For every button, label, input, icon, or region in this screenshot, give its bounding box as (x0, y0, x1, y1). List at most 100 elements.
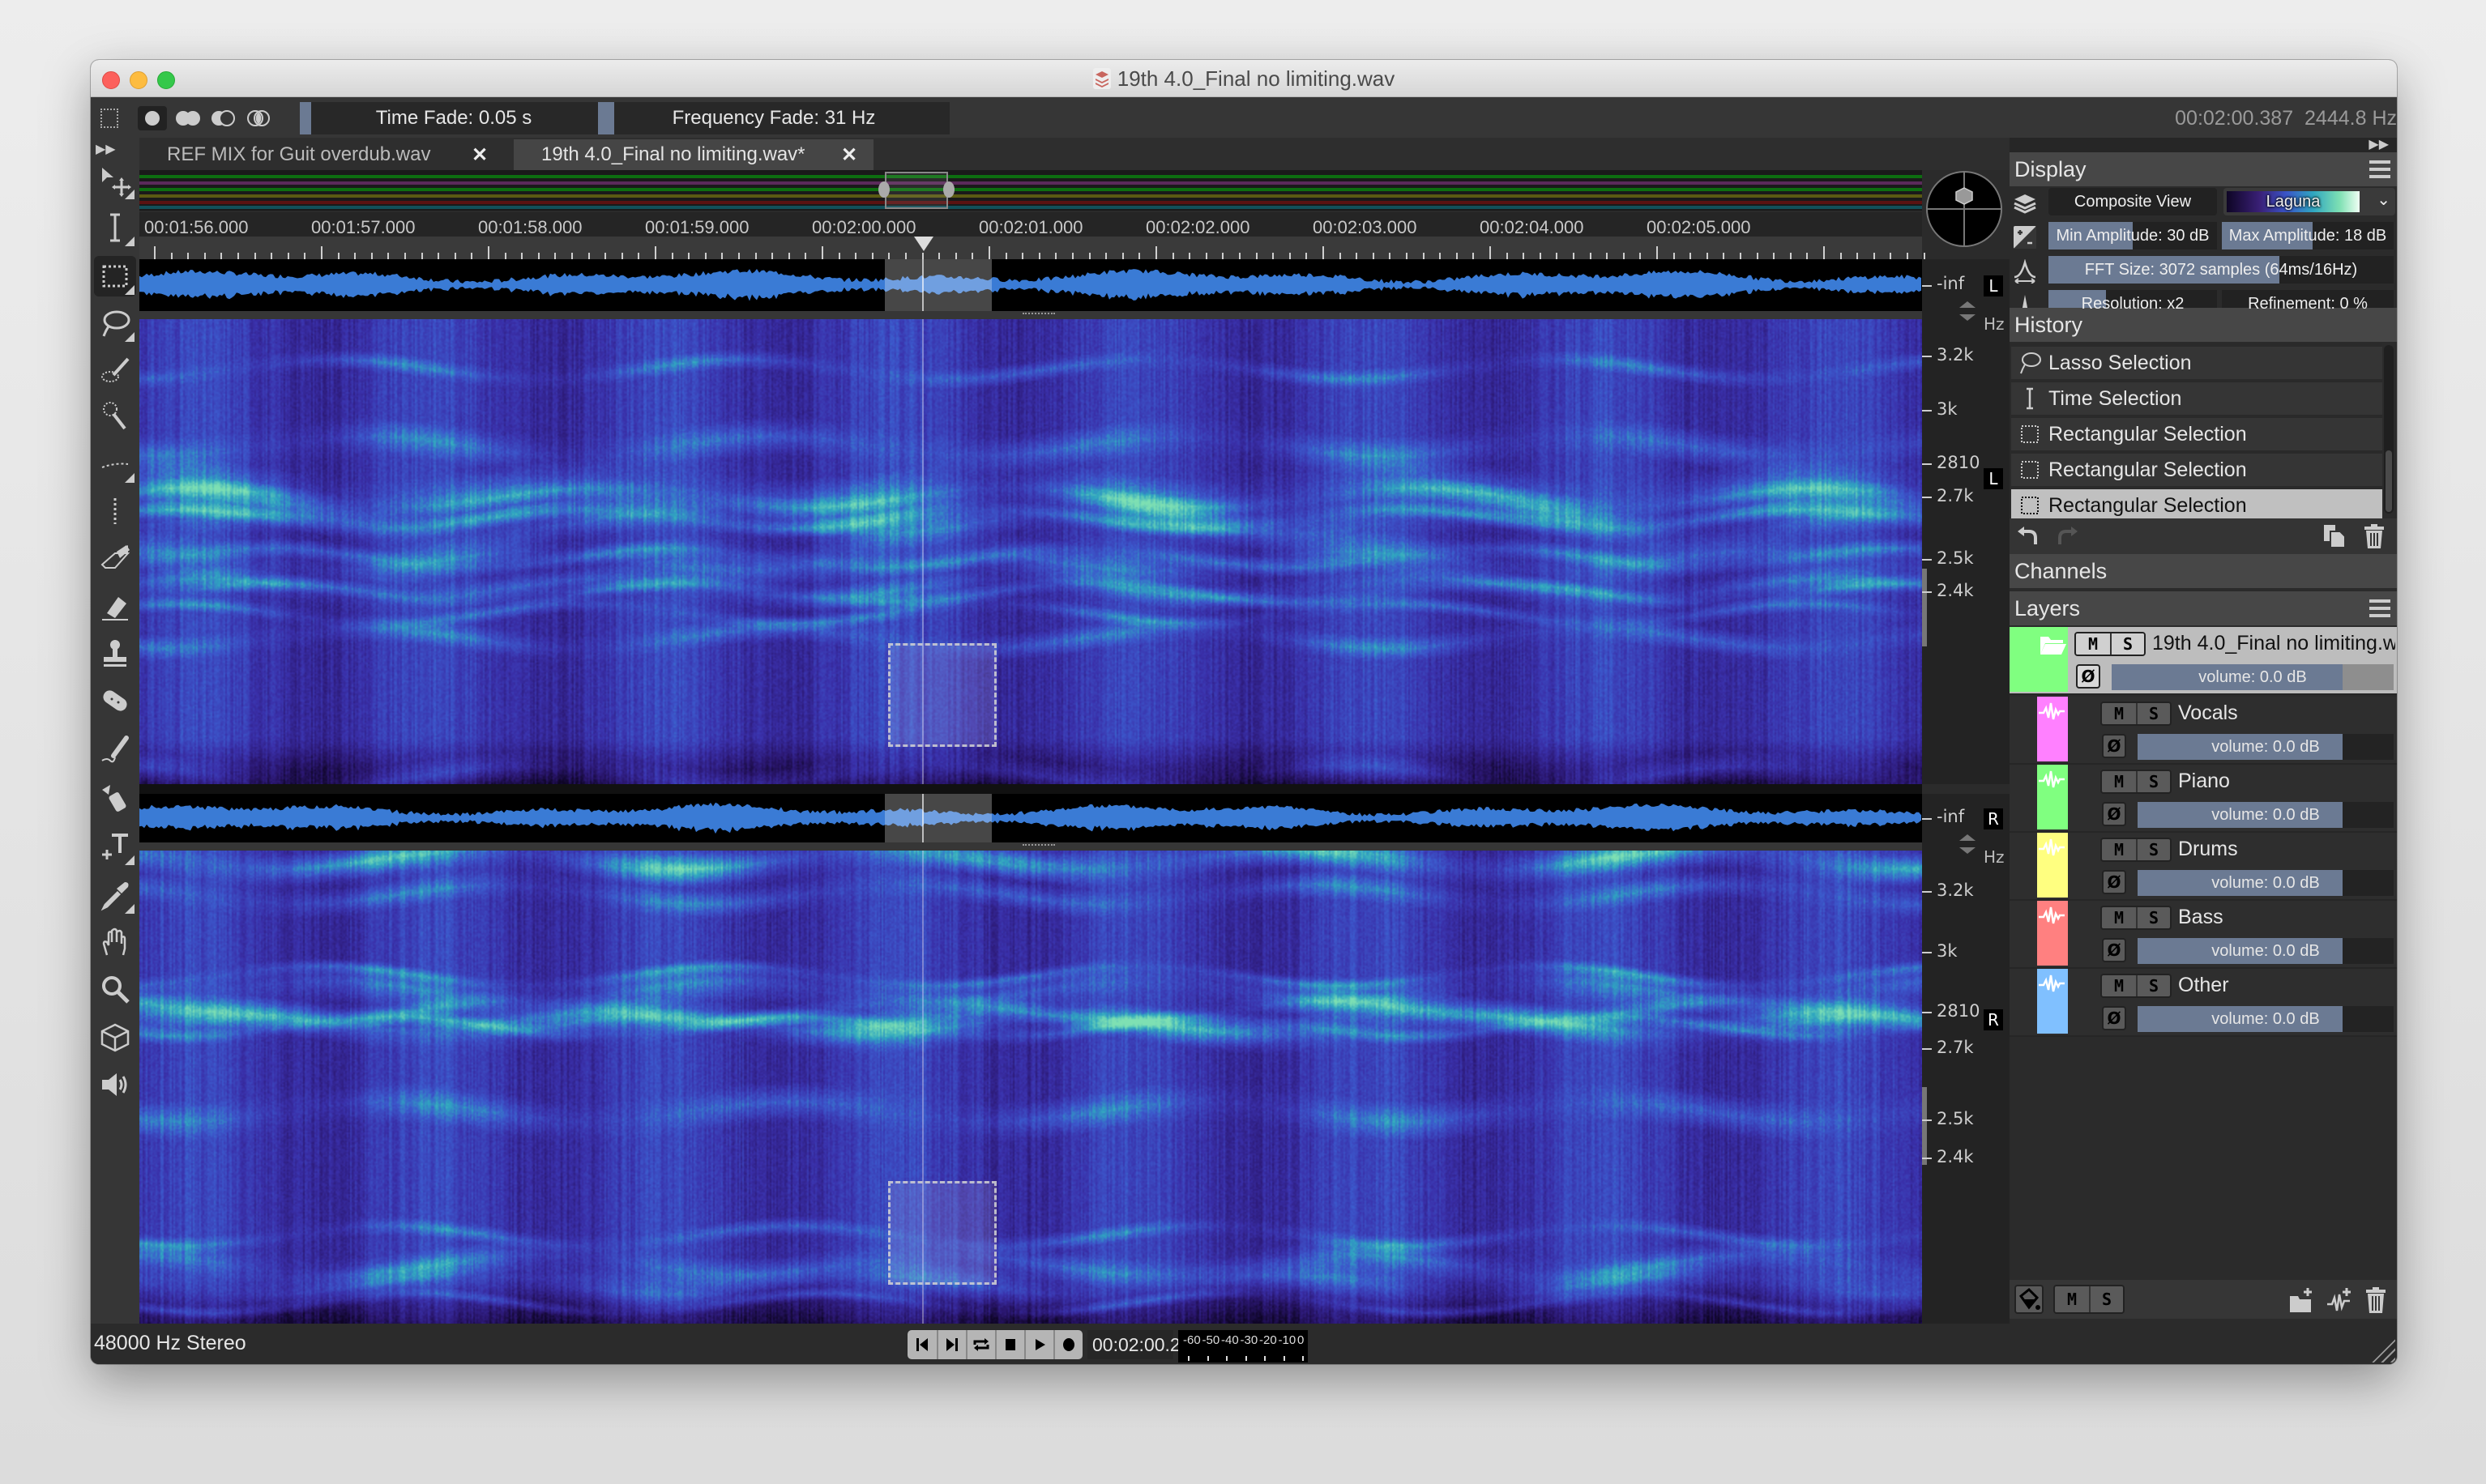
mute-button[interactable]: M (2102, 975, 2136, 996)
history-item[interactable]: Rectangular Selection (2011, 418, 2382, 450)
volume-slider[interactable]: volume: 0.0 dB (2138, 938, 2394, 964)
skip-to-start-button[interactable] (908, 1330, 937, 1359)
mute-button[interactable]: M (2102, 907, 2136, 928)
healing-tool[interactable] (94, 680, 136, 721)
hand-tool[interactable] (94, 922, 136, 962)
phase-invert-button[interactable]: Ø (2102, 1006, 2126, 1030)
waveform-right[interactable] (139, 794, 1922, 842)
clone-stamp-tool[interactable] (94, 633, 136, 674)
folder-open-icon[interactable] (2039, 633, 2066, 656)
brush-selection-tool[interactable] (94, 350, 136, 390)
scroll-up-icon[interactable] (1959, 834, 1976, 841)
mute-button[interactable]: M (2076, 633, 2110, 655)
scroll-down-icon[interactable] (1959, 314, 1976, 321)
layers-section-header[interactable]: Layers (2010, 591, 2397, 625)
volume-slider[interactable]: volume: 0.0 dB (2138, 802, 2394, 828)
add-folder-icon[interactable] (2288, 1286, 2314, 1314)
layer-overview-strip[interactable] (139, 170, 1922, 211)
history-item[interactable]: Time Selection (2011, 382, 2382, 415)
selection-mode-icon[interactable] (100, 109, 118, 128)
tab-19th-final[interactable]: 19th 4.0_Final no limiting.wav* ✕ (514, 139, 874, 170)
layer-name[interactable]: 19th 4.0_Final no limiting.wav (2152, 632, 2395, 655)
time-selection-tool[interactable] (94, 207, 136, 248)
solo-button[interactable]: S (2136, 839, 2170, 860)
solo-all-button[interactable]: S (2089, 1286, 2123, 1312)
layer-bass[interactable]: M S Bass Ø volume: 0.0 dB (2010, 901, 2397, 969)
eraser-tool[interactable] (94, 538, 136, 578)
solo-button[interactable]: S (2136, 771, 2170, 792)
history-scrollbar[interactable] (2384, 345, 2394, 514)
replace-selection-button[interactable] (138, 106, 167, 130)
layer-name[interactable]: Vocals (2178, 701, 2389, 725)
volume-slider[interactable]: volume: 0.0 dB (2112, 664, 2394, 690)
channel-badge-right[interactable]: R (1984, 1009, 2003, 1030)
intersect-selection-button[interactable] (245, 106, 274, 130)
layer-name[interactable]: Bass (2178, 906, 2389, 929)
zoom-tool[interactable] (94, 969, 136, 1009)
scroll-up-icon[interactable] (1959, 301, 1976, 308)
frequency-scrollbar[interactable] (1922, 569, 1927, 646)
phase-invert-button[interactable]: Ø (2102, 802, 2126, 826)
channel-badge-right[interactable]: R (1984, 808, 2003, 829)
subtract-selection-button[interactable] (209, 106, 238, 130)
waveform-spectrogram-splitter[interactable] (139, 311, 1922, 319)
layers-menu-icon[interactable] (2369, 599, 2390, 617)
3d-view-tool[interactable] (94, 1017, 136, 1058)
channel-badge-left[interactable]: L (1984, 468, 2003, 489)
spray-tool[interactable] (94, 778, 136, 818)
eyedropper-tool[interactable] (94, 875, 136, 915)
brush-tool[interactable] (94, 729, 136, 770)
amplitude-tool[interactable] (94, 586, 136, 627)
phase-invert-button[interactable]: Ø (2102, 870, 2126, 894)
max-amplitude-slider[interactable]: Max Amplitude: 18 dB (2222, 222, 2394, 249)
history-item[interactable]: Lasso Selection (2011, 347, 2382, 379)
volume-slider[interactable]: volume: 0.0 dB (2138, 870, 2394, 896)
display-section-header[interactable]: Display (2010, 152, 2397, 186)
stop-button[interactable] (995, 1330, 1024, 1359)
rectangular-selection[interactable] (888, 1181, 997, 1285)
frequency-scrollbar[interactable] (1922, 1087, 1927, 1165)
loop-button[interactable] (966, 1330, 995, 1359)
channel-badge-left[interactable]: L (1984, 275, 2003, 296)
layer-piano[interactable]: M S Piano Ø volume: 0.0 dB (2010, 765, 2397, 833)
lasso-tool[interactable] (94, 303, 136, 343)
mute-button[interactable]: M (2102, 839, 2136, 860)
speaker-tool[interactable] (94, 1064, 136, 1105)
view-mode-button[interactable]: Composite View (2048, 188, 2217, 215)
3d-orientation-widget[interactable] (1925, 170, 2003, 248)
close-tab-icon[interactable]: ✕ (841, 143, 857, 167)
rectangular-selection[interactable] (888, 643, 997, 747)
solo-button[interactable]: S (2110, 633, 2144, 655)
frequency-fade-slider[interactable]: Frequency Fade: 31 Hz (598, 102, 950, 134)
solo-button[interactable]: S (2136, 975, 2170, 996)
layer-name[interactable]: Other (2178, 974, 2389, 997)
frequency-axis-left[interactable]: -inf L Hz 3.2k 3k 2810 L 2.7k 2.5k 2.4k (1922, 259, 2010, 784)
waveform-spectrogram-splitter[interactable] (139, 842, 1922, 851)
text-tool[interactable] (94, 826, 136, 867)
tab-ref-mix[interactable]: REF MIX for Guit overdub.wav ✕ (139, 139, 512, 170)
playhead-marker[interactable] (914, 237, 933, 251)
rectangular-selection-tool[interactable] (94, 256, 136, 296)
layer-vocals[interactable]: M S Vocals Ø volume: 0.0 dB (2010, 697, 2397, 765)
time-ruler[interactable]: 00:01:56.000 00:01:57.000 00:01:58.000 00:0… (139, 212, 1925, 259)
mute-button[interactable]: M (2102, 771, 2136, 792)
magic-wand-tool[interactable] (94, 395, 136, 436)
phase-invert-button[interactable]: Ø (2102, 734, 2126, 758)
spectrogram-left[interactable] (139, 319, 1922, 784)
waveform-left[interactable] (139, 259, 1922, 311)
record-button[interactable] (1053, 1330, 1083, 1359)
layer-drums[interactable]: M S Drums Ø volume: 0.0 dB (2010, 833, 2397, 901)
move-tool[interactable] (94, 160, 136, 201)
overview-left-handle[interactable] (878, 181, 890, 198)
resize-grip[interactable] (2371, 1338, 2395, 1362)
frequency-axis-right[interactable]: -inf R Hz 3.2k 3k 2810 R 2.7k 2.5k 2.4k (1922, 794, 2010, 1324)
overview-viewport[interactable] (885, 172, 948, 209)
spectral-line-tool[interactable] (94, 491, 136, 531)
channel-splitter[interactable] (139, 784, 1922, 794)
phase-invert-button[interactable]: Ø (2076, 664, 2100, 689)
volume-slider[interactable]: volume: 0.0 dB (2138, 1006, 2394, 1032)
min-amplitude-slider[interactable]: Min Amplitude: 30 dB (2048, 222, 2217, 249)
history-item[interactable]: Rectangular Selection (2011, 489, 2382, 522)
channels-section-header[interactable]: Channels (2010, 554, 2397, 588)
colormap-dropdown[interactable]: Laguna ⌄ (2223, 188, 2395, 215)
